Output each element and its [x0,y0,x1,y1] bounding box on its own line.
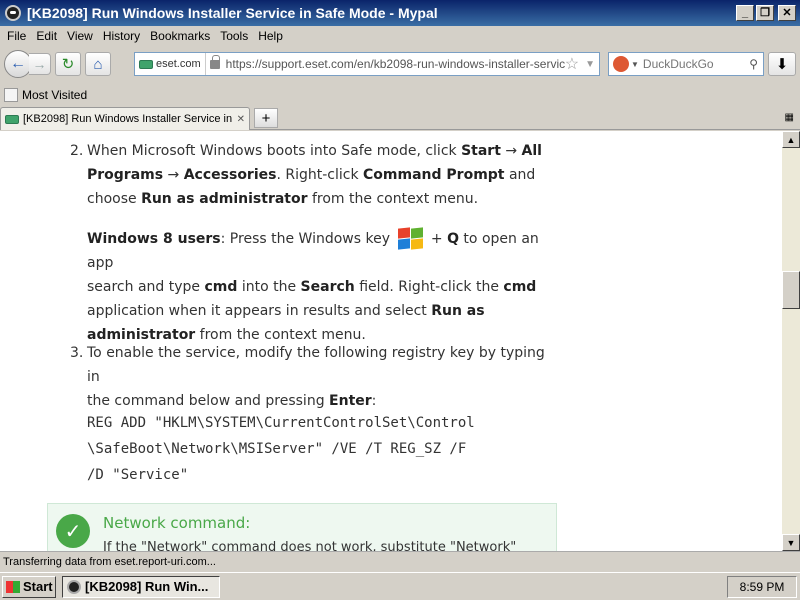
search-input[interactable] [638,57,750,71]
tab-bar: [KB2098] Run Windows Installer Service i… [0,106,800,130]
menu-history[interactable]: History [98,29,145,43]
close-button[interactable]: ✕ [778,5,796,21]
status-bar: Transferring data from eset.report-uri.c… [0,551,800,571]
step-3: 3. To enable the service, modify the fol… [70,341,560,413]
step-number: 2. [70,143,84,159]
windows-logo-icon [396,227,424,251]
note-body: If the "Network" command does not work, … [103,540,517,551]
task-label: [KB2098] Run Win... [85,579,209,594]
url-text[interactable]: https://support.eset.com/en/kb2098-run-w… [224,57,565,71]
forward-arrow-icon: → [32,56,47,72]
back-arrow-icon: ← [10,55,26,72]
menu-view[interactable]: View [62,29,98,43]
note-title: Network command: [103,514,251,532]
network-command-note: ✓ Network command: If the "Network" comm… [47,503,557,551]
scroll-down-arrow-icon[interactable]: ▼ [782,534,800,551]
bookmark-most-visited[interactable]: Most Visited [22,88,87,102]
tab-favicon-icon [5,114,19,124]
reload-button[interactable]: ↻ [55,52,81,76]
download-button[interactable]: ⬇ [768,52,796,76]
start-label: Start [23,579,53,594]
home-button[interactable]: ⌂ [85,52,111,76]
minimize-button[interactable]: _ [736,5,754,21]
download-arrow-icon: ⬇ [775,56,789,73]
forward-button[interactable]: → [29,53,51,75]
back-button[interactable]: ← [4,50,32,78]
menu-edit[interactable]: Edit [31,29,62,43]
site-identity[interactable]: eset.com [135,53,206,75]
step-number: 3. [70,345,84,361]
window-title: [KB2098] Run Windows Installer Service i… [27,5,438,21]
clock-text: 8:59 PM [739,579,785,594]
home-icon: ⌂ [93,55,103,73]
page-content: 2. When Microsoft Windows boots into Saf… [0,131,782,551]
mypal-task-icon [67,579,81,594]
scrollbar-thumb[interactable] [782,271,800,309]
bookmark-star-icon[interactable]: ☆ [565,54,579,74]
list-all-tabs-icon[interactable]: ▦ [785,112,794,123]
site-favicon-icon [139,59,153,69]
vertical-scrollbar[interactable]: ▲ ▼ [782,131,800,551]
start-button[interactable]: Start [2,575,56,598]
menu-file[interactable]: File [2,29,31,43]
system-tray-clock[interactable]: 8:59 PM [727,575,797,598]
mypal-app-icon [5,5,21,21]
taskbar-window-button[interactable]: [KB2098] Run Win... [62,575,220,598]
windows-start-icon [6,580,20,593]
menu-tools[interactable]: Tools [215,29,253,43]
magnifier-icon[interactable]: ⚲ [749,57,763,71]
search-engine-dropdown-icon[interactable]: ▼ [631,60,639,69]
search-bar[interactable]: ▼ ⚲ [608,52,764,76]
registry-command-code[interactable]: REG ADD "HKLM\SYSTEM\CurrentControlSet\C… [87,410,475,488]
windows8-note: Windows 8 users: Press the Windows key +… [70,227,560,347]
status-text: Transferring data from eset.report-uri.c… [3,555,216,568]
tab-label: [KB2098] Run Windows Installer Service i… [23,113,233,125]
site-identity-label: eset.com [156,58,201,70]
taskbar: Start [KB2098] Run Win... 8:59 PM [0,572,800,600]
url-bar[interactable]: eset.com https://support.eset.com/en/kb2… [134,52,600,76]
lock-icon [209,54,220,69]
title-bar: [KB2098] Run Windows Installer Service i… [0,0,800,26]
menu-bar: File Edit View History Bookmarks Tools H… [0,26,800,46]
tab-kb2098[interactable]: [KB2098] Run Windows Installer Service i… [0,107,250,130]
most-visited-icon [4,88,18,102]
step-2: 2. When Microsoft Windows boots into Saf… [70,139,560,211]
checkmark-icon: ✓ [56,514,90,548]
scroll-up-arrow-icon[interactable]: ▲ [782,131,800,148]
reload-icon: ↻ [61,56,75,73]
menu-help[interactable]: Help [253,29,288,43]
tab-close-icon[interactable]: ✕ [237,114,245,125]
bookmarks-toolbar: Most Visited [0,84,800,106]
duckduckgo-icon[interactable] [613,56,629,72]
dropdown-chevron-icon[interactable]: ▼ [585,59,595,70]
menu-bookmarks[interactable]: Bookmarks [145,29,215,43]
new-tab-button[interactable]: + [254,108,278,128]
maximize-button[interactable]: ❐ [756,5,774,21]
